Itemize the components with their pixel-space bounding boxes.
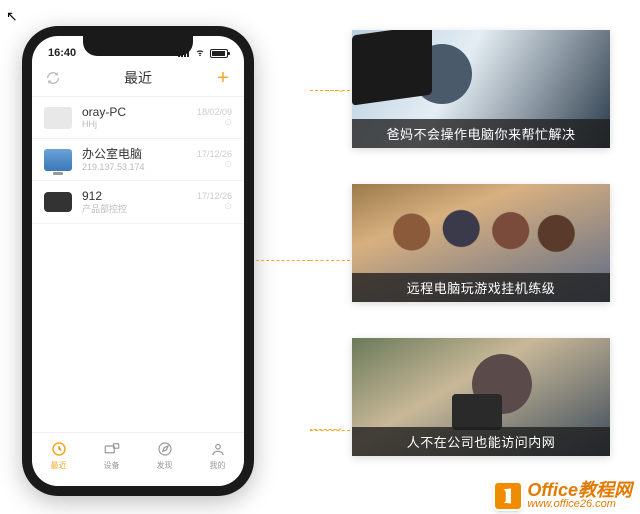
phone-screen: 16:40 最近 + oray-PC HHj <box>32 36 244 486</box>
feature-card[interactable]: 人不在公司也能访问内网 <box>352 338 610 456</box>
phone-notch <box>83 36 193 56</box>
nav-bar: 最近 + <box>32 64 244 97</box>
monitor-icon <box>44 149 72 171</box>
list-item[interactable]: 办公室电脑 219.137.53.174 17/12/26 ⊙ <box>32 139 244 181</box>
device-date: 17/12/26 <box>197 191 232 201</box>
feature-card[interactable]: 爸妈不会操作电脑你来帮忙解决 <box>352 30 610 148</box>
watermark-url: www.office26.com <box>527 499 632 510</box>
devices-icon <box>103 440 121 458</box>
card-caption: 人不在公司也能访问内网 <box>352 427 610 456</box>
device-date: 17/12/26 <box>197 149 232 159</box>
refresh-icon[interactable] <box>44 69 62 87</box>
pc-icon <box>44 107 72 129</box>
device-sub: 产品部控控 <box>82 204 187 215</box>
mouse-cursor-icon: ↖ <box>6 8 18 25</box>
office-logo-icon <box>495 483 521 509</box>
list-item[interactable]: 912 产品部控控 17/12/26 ⊙ <box>32 181 244 223</box>
tab-devices[interactable]: 设备 <box>85 433 138 486</box>
person-icon <box>209 440 227 458</box>
battery-icon <box>210 49 228 58</box>
tab-label: 最近 <box>51 460 67 471</box>
phone-mockup: 16:40 最近 + oray-PC HHj <box>22 26 254 496</box>
discover-icon <box>156 440 174 458</box>
device-list: oray-PC HHj 18/02/09 ⊙ 办公室电脑 219.137.53.… <box>32 97 244 224</box>
card-caption: 爸妈不会操作电脑你来帮忙解决 <box>352 119 610 148</box>
tab-label: 设备 <box>104 460 120 471</box>
tab-label: 我的 <box>210 460 226 471</box>
connector-line <box>310 90 350 91</box>
device-badge: ⊙ <box>197 117 232 128</box>
add-icon[interactable]: + <box>214 69 232 87</box>
device-badge: ⊙ <box>197 159 232 170</box>
device-sub: 219.137.53.174 <box>82 162 187 173</box>
feature-card[interactable]: 远程电脑玩游戏挂机练级 <box>352 184 610 302</box>
device-sub: HHj <box>82 119 187 130</box>
tab-recent[interactable]: 最近 <box>32 433 85 486</box>
connector-line <box>310 430 350 431</box>
device-name: oray-PC <box>82 105 187 119</box>
device-badge: ⊙ <box>197 201 232 212</box>
connector-line <box>256 260 310 261</box>
watermark-title: Office教程网 <box>527 481 632 499</box>
tab-mine[interactable]: 我的 <box>191 433 244 486</box>
status-time: 16:40 <box>48 47 76 59</box>
connector-line <box>310 260 350 261</box>
device-date: 18/02/09 <box>197 107 232 117</box>
watermark: Office教程网 www.office26.com <box>495 481 632 510</box>
list-item[interactable]: oray-PC HHj 18/02/09 ⊙ <box>32 97 244 139</box>
box-icon <box>44 192 72 212</box>
tab-bar: 最近 设备 发现 我的 <box>32 432 244 486</box>
feature-cards: 爸妈不会操作电脑你来帮忙解决 远程电脑玩游戏挂机练级 人不在公司也能访问内网 <box>352 30 610 456</box>
card-caption: 远程电脑玩游戏挂机练级 <box>352 273 610 302</box>
device-name: 912 <box>82 189 187 203</box>
clock-icon <box>50 440 68 458</box>
nav-title: 最近 <box>124 68 152 88</box>
tab-discover[interactable]: 发现 <box>138 433 191 486</box>
tab-label: 发现 <box>157 460 173 471</box>
device-name: 办公室电脑 <box>82 147 187 161</box>
wifi-icon <box>194 47 206 60</box>
